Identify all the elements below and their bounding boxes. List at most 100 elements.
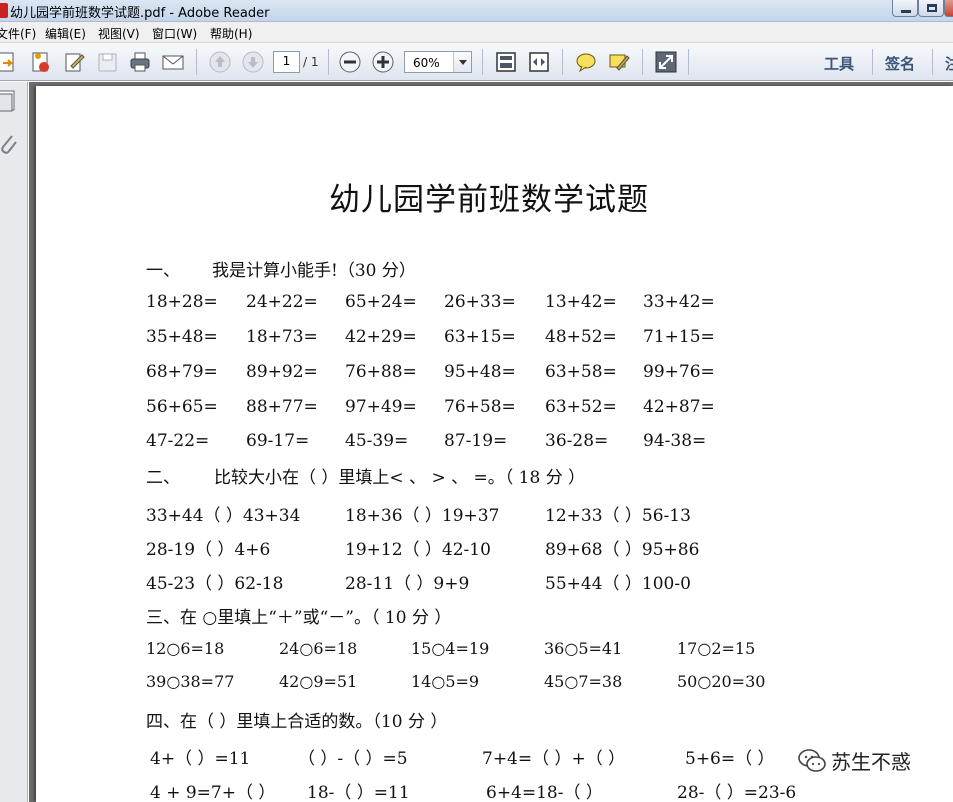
problem: 76+88=: [345, 362, 417, 382]
minimize-icon: [901, 10, 911, 13]
adobe-reader-icon: [0, 3, 8, 18]
problem: 94-38=: [643, 431, 707, 451]
page-number-input[interactable]: 1: [273, 51, 300, 73]
zoom-in-button[interactable]: [371, 50, 395, 74]
attachments-paperclip-icon[interactable]: [0, 132, 18, 156]
save-button[interactable]: [95, 50, 119, 74]
zoom-out-button[interactable]: [338, 50, 362, 74]
problem: 89+92=: [246, 362, 318, 382]
tools-link[interactable]: 工具: [824, 53, 854, 74]
problem: 18+73=: [246, 327, 318, 347]
maximize-icon: [927, 4, 937, 12]
maximize-button[interactable]: [918, 0, 944, 17]
page-thumbnails-icon[interactable]: [0, 90, 18, 112]
edit-pdf-button[interactable]: [62, 50, 86, 74]
zoom-in-icon: [372, 51, 394, 73]
fill-in-problem: 18-（ ）=11: [307, 783, 410, 802]
toolbar-separator: [562, 49, 563, 75]
document-title: 幼儿园学前班数学试题: [329, 182, 649, 218]
comment-link[interactable]: 注: [945, 53, 953, 74]
problem: 95+48=: [444, 362, 516, 382]
chevron-down-icon[interactable]: [453, 52, 471, 72]
operator-problem: 24○6=18: [279, 639, 358, 658]
wechat-icon: [798, 749, 826, 772]
toolbar-separator: [482, 49, 483, 75]
edit-pdf-icon: [65, 53, 85, 72]
toolbar-separator: [688, 49, 689, 75]
print-button[interactable]: [128, 50, 152, 74]
comment-button[interactable]: [574, 50, 598, 74]
problem: 65+24=: [345, 292, 417, 312]
minimize-button[interactable]: [892, 0, 918, 17]
section-heading: 四、在（ ）里填上合适的数。（10 分 ）: [146, 712, 448, 732]
problem: 48+52=: [545, 327, 617, 347]
problem: 18+28=: [146, 292, 218, 312]
section-heading: 三、在 ○里填上“＋”或“－”。（ 10 分 ）: [146, 608, 452, 628]
expand-icon: [655, 51, 677, 73]
watermark: 苏生不惑: [797, 744, 937, 778]
menu-view[interactable]: 视图(V): [98, 25, 140, 42]
comparison: 55+44（ ）100-0: [545, 574, 691, 594]
problem: 56+65=: [146, 397, 218, 417]
problem: 63+58=: [545, 362, 617, 382]
menu-file[interactable]: 文件(F): [0, 25, 36, 42]
toolbar-separator: [642, 49, 643, 75]
zoom-select[interactable]: 60%: [404, 51, 472, 73]
problem: 97+49=: [345, 397, 417, 417]
problem: 87-19=: [444, 431, 508, 451]
arrow-up-icon: [209, 51, 231, 73]
email-icon: [162, 55, 184, 70]
save-icon: [98, 53, 117, 72]
problem: 45-39=: [345, 431, 409, 451]
zoom-value: 60%: [413, 56, 440, 70]
comparison: 45-23（ ）62-18: [146, 574, 284, 594]
problem: 42+87=: [643, 397, 715, 417]
window-title: 幼儿园学前班数学试题.pdf - Adobe Reader: [10, 6, 270, 21]
problem: 63+15=: [444, 327, 516, 347]
menu-edit[interactable]: 编辑(E): [45, 25, 86, 42]
comparison: 28-19（ ）4+6: [146, 540, 271, 560]
highlighter-icon: [609, 54, 630, 71]
comparison: 28-11（ ）9+9: [345, 574, 470, 594]
fill-in-problem: 28-（ ）=23-6: [677, 783, 797, 802]
problem: 71+15=: [643, 327, 715, 347]
full-screen-button[interactable]: [654, 50, 678, 74]
menu-help[interactable]: 帮助(H): [210, 25, 252, 42]
comparison: 33+44（ ）43+34: [146, 506, 301, 526]
window-title-bar: 幼儿园学前班数学试题.pdf - Adobe Reader: [0, 0, 953, 22]
toolbar-separator: [328, 49, 329, 75]
problem: 88+77=: [246, 397, 318, 417]
problem: 26+33=: [444, 292, 516, 312]
fill-in-problem: 4+（ ）=11: [150, 749, 251, 769]
open-file-button[interactable]: [0, 50, 20, 74]
sign-link[interactable]: 签名: [885, 53, 915, 74]
next-page-button[interactable]: [241, 50, 265, 74]
pdf-page: 幼儿园学前班数学试题 一、 我是计算小能手!（30 分） 18+28= 24+2…: [36, 86, 953, 802]
create-pdf-button[interactable]: [28, 50, 52, 74]
section-heading: 比较大小在（ ）里填上< 、 > 、 =。（ 18 分 ）: [214, 468, 586, 488]
fill-in-problem: （ ）-（ ）=5: [298, 749, 408, 769]
comparison: 18+36（ ）19+37: [345, 506, 500, 526]
operator-problem: 50○20=30: [677, 672, 766, 691]
section-number: 二、: [146, 468, 180, 488]
zoom-out-icon: [339, 51, 361, 73]
section-heading: 我是计算小能手!（30 分）: [212, 261, 416, 281]
highlight-button[interactable]: [607, 50, 631, 74]
fit-width-button[interactable]: [527, 50, 551, 74]
page-total: / 1: [303, 55, 319, 69]
problem: 42+29=: [345, 327, 417, 347]
problem: 47-22=: [146, 431, 210, 451]
close-button[interactable]: [944, 0, 953, 17]
problem: 13+42=: [545, 292, 617, 312]
menu-window[interactable]: 窗口(W): [152, 25, 197, 42]
email-button[interactable]: [161, 50, 185, 74]
fill-in-problem: 6+4=18-（ ）: [486, 783, 603, 802]
operator-problem: 39○38=77: [146, 672, 235, 691]
previous-page-button[interactable]: [208, 50, 232, 74]
fill-in-problem: 4 + 9=7+（ ）: [150, 783, 276, 802]
operator-problem: 42○9=51: [279, 672, 358, 691]
problem: 99+76=: [643, 362, 715, 382]
problem: 36-28=: [545, 431, 609, 451]
fit-page-button[interactable]: [494, 50, 518, 74]
comparison: 89+68（ ）95+86: [545, 540, 700, 560]
